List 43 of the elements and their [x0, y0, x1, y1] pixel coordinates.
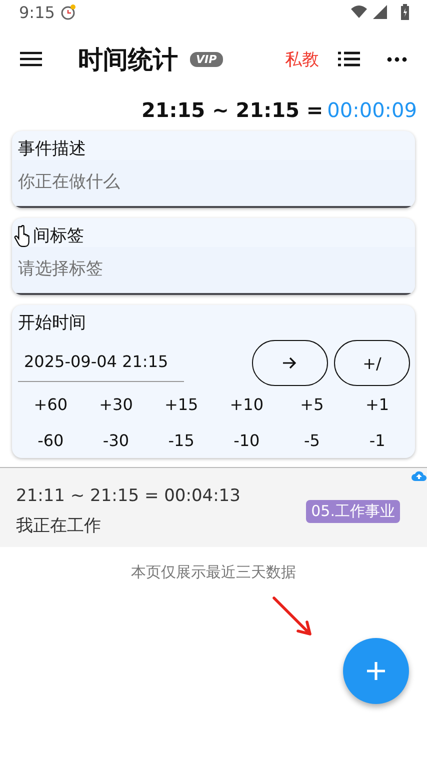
record-tag: 05.工作事业 — [306, 500, 400, 523]
status-time: 9:15 — [19, 2, 55, 22]
time-range: 21:15 ~ 21:15 = — [141, 98, 324, 122]
field-label: 间标签 — [33, 225, 84, 247]
start-time-field[interactable]: 2025-09-04 21:15 — [18, 344, 184, 382]
annotation-arrow — [272, 596, 314, 638]
plus-icon — [366, 661, 386, 681]
step-button[interactable]: +10 — [214, 386, 280, 422]
hand-cursor-icon — [14, 224, 30, 246]
step-button[interactable]: +30 — [83, 386, 149, 422]
app-title: 时间统计 — [78, 44, 178, 76]
arrow-right-icon — [283, 357, 297, 369]
more-icon[interactable] — [387, 56, 407, 62]
field-label: 开始时间 — [18, 312, 87, 334]
battery-icon — [401, 4, 409, 20]
vip-badge: VIP — [190, 52, 223, 66]
step-button[interactable]: -10 — [214, 422, 280, 458]
hint-text: 本页仅展示最近三天数据 — [130, 563, 297, 582]
field-label: 事件描述 — [17, 138, 87, 160]
menu-icon[interactable] — [20, 51, 42, 67]
signal-icon — [372, 5, 388, 19]
add-button[interactable] — [343, 638, 409, 704]
step-button[interactable]: +1 — [344, 386, 410, 422]
step-button[interactable]: -5 — [279, 422, 345, 458]
step-button[interactable]: +15 — [148, 386, 214, 422]
record-time: 21:11 ~ 21:15 = 00:04:13 — [16, 486, 242, 506]
tutor-button[interactable]: 私教 — [285, 48, 319, 70]
step-button[interactable]: -15 — [148, 422, 214, 458]
record-text: 我正在工作 — [16, 515, 102, 537]
description-field[interactable]: 你正在做什么 — [12, 160, 415, 208]
step-button[interactable]: +5 — [279, 386, 345, 422]
adjust-button[interactable]: +/ — [334, 340, 410, 386]
step-button[interactable]: -1 — [344, 422, 410, 458]
wifi-icon — [351, 5, 367, 19]
elapsed-time: 00:00:09 — [327, 98, 417, 122]
step-button[interactable]: -30 — [83, 422, 149, 458]
arrow-button[interactable] — [252, 340, 328, 386]
upload-cloud-icon[interactable] — [411, 470, 427, 482]
step-button[interactable]: -60 — [18, 422, 84, 458]
alarm-icon — [60, 4, 76, 20]
list-icon[interactable] — [338, 51, 360, 67]
step-button[interactable]: +60 — [18, 386, 84, 422]
tag-field[interactable]: 请选择标签 — [12, 247, 415, 295]
